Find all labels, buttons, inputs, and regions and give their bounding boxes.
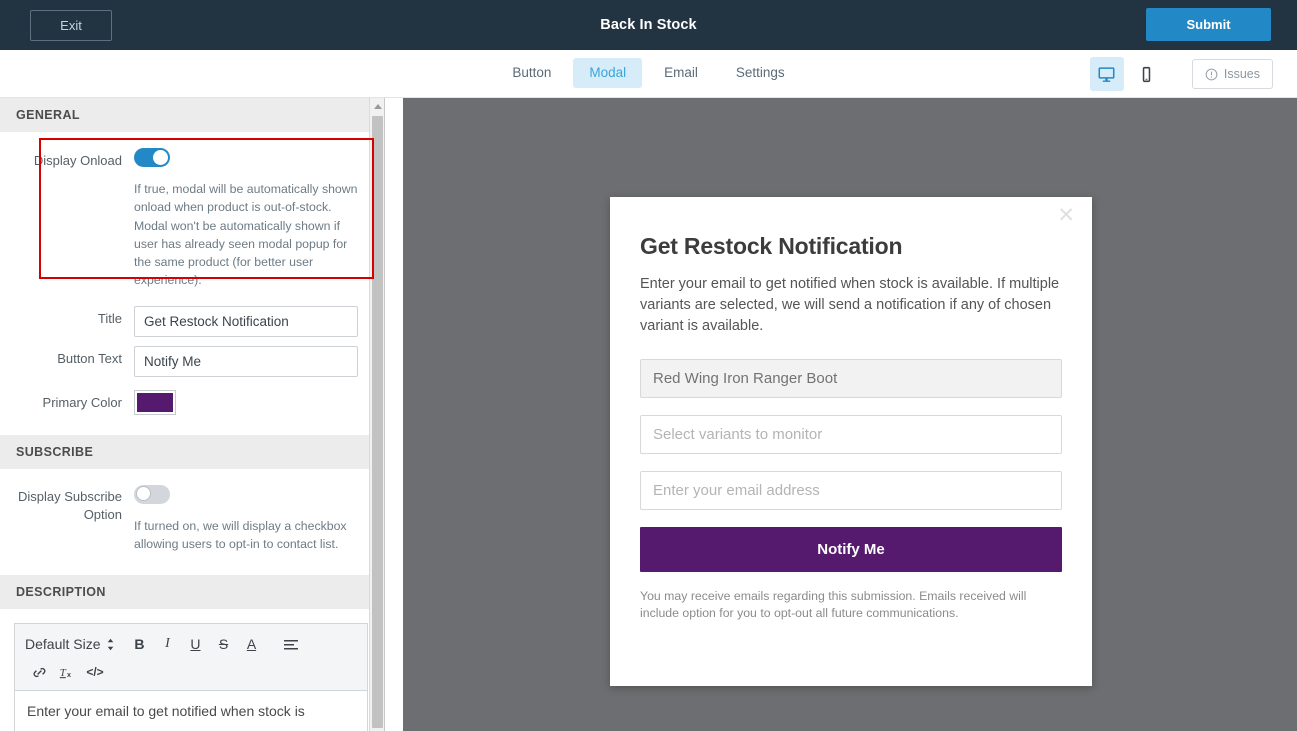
nav-right-controls: Issues (1089, 57, 1273, 91)
submit-button[interactable]: Submit (1146, 8, 1271, 41)
settings-panel: GENERAL Display Onload If true, modal wi… (0, 98, 385, 731)
code-icon[interactable]: </> (81, 660, 109, 684)
label-display-onload: Display Onload (33, 153, 122, 168)
modal-description: Enter your email to get notified when st… (640, 276, 1060, 334)
button-text-input[interactable] (134, 345, 358, 377)
primary-color-fill (137, 392, 173, 412)
tab-button[interactable]: Button (496, 58, 567, 88)
label-display-subscribe: Display Subscribe Option (17, 488, 122, 522)
link-icon[interactable] (25, 660, 53, 684)
scrollbar-thumb[interactable] (372, 116, 383, 728)
size-stepper-icon (108, 638, 114, 651)
section-header-general: GENERAL (0, 98, 384, 132)
strikethrough-icon[interactable]: S (209, 632, 237, 656)
align-icon[interactable] (277, 632, 305, 656)
underline-icon[interactable]: U (181, 632, 209, 656)
font-color-icon[interactable]: A (237, 632, 265, 656)
italic-icon[interactable]: I (153, 632, 181, 656)
toggle-knob (153, 150, 168, 165)
label-button-text: Button Text (57, 350, 122, 366)
description-text[interactable]: Enter your email to get notified when st… (15, 691, 367, 731)
page-title: Back In Stock (600, 17, 697, 33)
svg-text:T: T (60, 667, 67, 679)
font-size-select[interactable]: Default Size (25, 636, 115, 652)
section-header-subscribe: SUBSCRIBE (0, 434, 384, 469)
editor-toolbar: Default Size B I U S A T x </> (15, 624, 367, 692)
preview-canvas: ✕ Get Restock Notification Enter your em… (403, 98, 1297, 731)
product-name-field[interactable]: Red Wing Iron Ranger Boot (640, 359, 1062, 398)
field-display-subscribe: Display Subscribe Option If turned on, w… (0, 469, 384, 576)
toggle-knob (136, 485, 151, 501)
issues-label: Issues (1223, 67, 1260, 81)
field-primary-color: Primary Color (0, 377, 384, 435)
field-button-text: Button Text (0, 337, 384, 377)
help-display-onload: If true, modal will be automatically sho… (134, 182, 358, 288)
help-display-subscribe: If turned on, we will display a checkbox… (134, 518, 347, 552)
desktop-view-button[interactable] (1089, 57, 1124, 91)
bold-icon[interactable]: B (125, 632, 153, 656)
chevron-up-icon (373, 103, 382, 109)
clear-format-icon[interactable]: T x (53, 660, 81, 684)
label-primary-color: Primary Color (42, 394, 122, 410)
field-title: Title (0, 290, 384, 337)
email-input-field[interactable]: Enter your email address (640, 471, 1062, 510)
secondary-nav: Button Modal Email Settings Issues (0, 50, 1297, 98)
restock-modal: ✕ Get Restock Notification Enter your em… (610, 197, 1092, 686)
title-input[interactable] (134, 305, 358, 337)
desktop-icon (1098, 66, 1115, 82)
description-editor: Default Size B I U S A T x </> Enter you… (14, 623, 368, 731)
notify-me-button[interactable]: Notify Me (640, 527, 1062, 572)
svg-text:x: x (67, 670, 71, 679)
mobile-icon (1143, 66, 1151, 82)
field-display-onload: Display Onload If true, modal will be au… (0, 132, 384, 290)
tab-email[interactable]: Email (648, 58, 714, 88)
mobile-view-button[interactable] (1130, 57, 1164, 91)
panel-scrollbar[interactable] (369, 98, 384, 731)
alert-circle-icon (1205, 68, 1218, 80)
primary-color-swatch[interactable] (134, 389, 176, 415)
tab-modal[interactable]: Modal (573, 58, 643, 88)
label-title: Title (97, 310, 122, 326)
exit-button[interactable]: Exit (30, 9, 112, 41)
modal-title: Get Restock Notification (640, 233, 903, 259)
modal-legal-text: You may receive emails regarding this su… (640, 589, 1027, 620)
app-header: Exit Back In Stock Submit (0, 0, 1297, 50)
display-subscribe-toggle[interactable] (134, 484, 170, 504)
section-header-description: DESCRIPTION (0, 575, 384, 610)
display-onload-toggle[interactable] (134, 148, 170, 167)
tab-settings[interactable]: Settings (720, 58, 801, 88)
font-size-label: Default Size (25, 636, 101, 653)
close-icon[interactable]: ✕ (1057, 205, 1075, 226)
issues-button[interactable]: Issues (1191, 59, 1273, 89)
scroll-up-button[interactable] (370, 98, 384, 114)
variant-select-field[interactable]: Select variants to monitor (640, 415, 1062, 454)
